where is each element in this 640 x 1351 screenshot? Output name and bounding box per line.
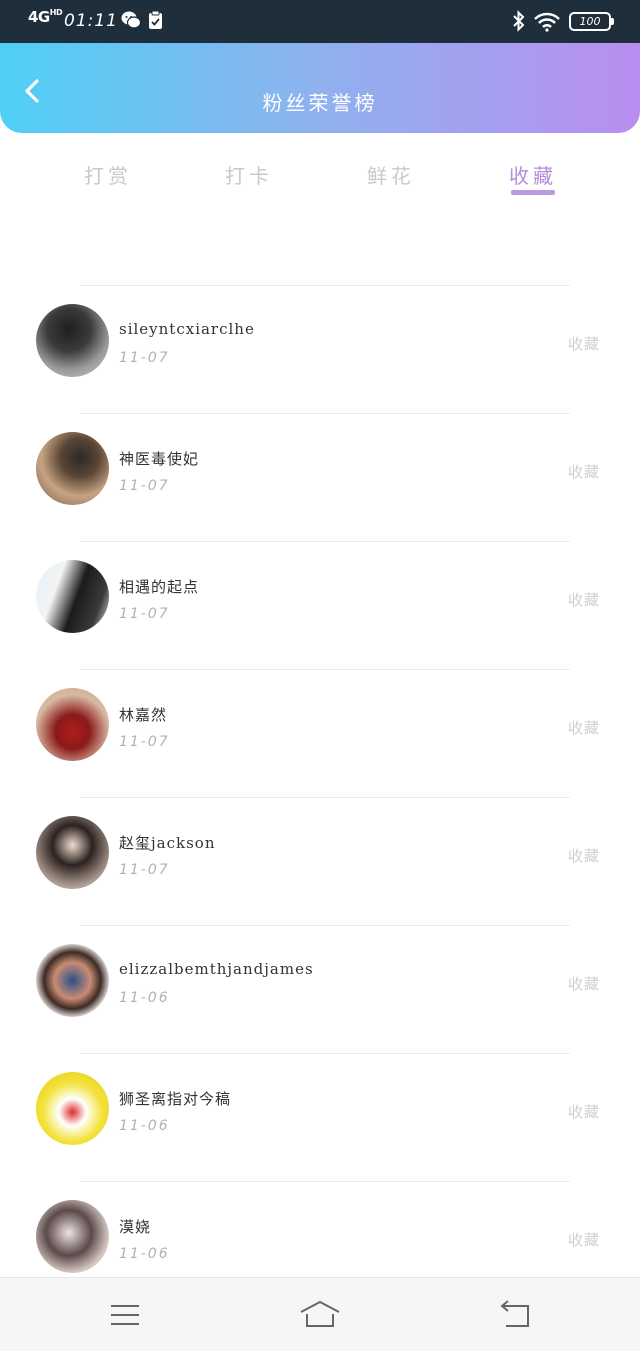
favorite-label: 收藏 [568, 847, 601, 865]
item-date: 11-06 [119, 1246, 170, 1262]
fan-list: 11-08 收藏 sileyntcxiarclhe 11-07 收藏 神医毒使妃… [0, 216, 640, 1276]
tab-reward[interactable]: 打赏 [58, 160, 158, 189]
status-bar: 4GHD 01:11 100 [0, 0, 640, 43]
wifi-icon [534, 12, 560, 32]
item-date: 11-07 [119, 350, 170, 366]
item-date: 11-07 [119, 606, 170, 622]
tab-bar: 打赏 打卡 鲜花 收藏 [0, 146, 640, 202]
status-time: 01:11 [64, 11, 118, 31]
battery-icon: 100 [569, 12, 614, 31]
tab-checkin[interactable]: 打卡 [199, 160, 299, 189]
avatar [36, 304, 109, 377]
list-item[interactable]: elizzalbemthjandjames 11-06 收藏 [0, 926, 640, 1054]
avatar [36, 560, 109, 633]
user-name: 漠娆 [119, 1218, 152, 1236]
wechat-icon [121, 11, 141, 29]
list-item[interactable]: 相遇的起点 11-07 收藏 [0, 542, 640, 670]
item-date: 11-07 [119, 734, 170, 750]
network-sub-label: HD [49, 8, 63, 17]
back-icon[interactable] [498, 1300, 530, 1328]
favorite-label: 收藏 [568, 719, 601, 737]
tab-flowers[interactable]: 鲜花 [341, 160, 441, 189]
home-icon[interactable] [299, 1300, 341, 1328]
user-name: 林嘉然 [119, 706, 168, 724]
list-item[interactable]: 11-08 收藏 [0, 216, 640, 286]
item-date: 11-06 [119, 990, 170, 1006]
favorite-label: 收藏 [568, 1103, 601, 1121]
user-name: 神医毒使妃 [119, 450, 200, 468]
avatar [36, 432, 109, 505]
list-item[interactable]: 狮圣离指对今稿 11-06 收藏 [0, 1054, 640, 1182]
item-date: 11-07 [119, 862, 170, 878]
favorite-label: 收藏 [568, 335, 601, 353]
avatar [36, 688, 109, 761]
user-name: 赵玺jackson [119, 834, 216, 852]
favorite-label: 收藏 [568, 975, 601, 993]
network-label: 4G [28, 8, 50, 26]
page-title: 粉丝荣誉榜 [262, 91, 378, 115]
user-name: 狮圣离指对今稿 [119, 1090, 232, 1108]
list-item[interactable]: 漠娆 11-06 收藏 [0, 1182, 640, 1276]
list-item[interactable]: 神医毒使妃 11-07 收藏 [0, 414, 640, 542]
bluetooth-icon [513, 10, 525, 32]
user-name: elizzalbemthjandjames [119, 960, 314, 978]
list-item[interactable]: 林嘉然 11-07 收藏 [0, 670, 640, 798]
item-date: 11-07 [119, 478, 170, 494]
active-tab-indicator [511, 190, 555, 195]
signal-icon: 4GHD [28, 8, 63, 26]
item-date: 11-06 [119, 1118, 170, 1134]
list-item[interactable]: sileyntcxiarclhe 11-07 收藏 [0, 286, 640, 414]
avatar [36, 1200, 109, 1273]
favorite-label: 收藏 [568, 463, 601, 481]
avatar [36, 816, 109, 889]
system-nav-bar [0, 1277, 640, 1351]
avatar [36, 1072, 109, 1145]
list-item[interactable]: 赵玺jackson 11-07 收藏 [0, 798, 640, 926]
favorite-label: 收藏 [568, 1231, 601, 1249]
clipboard-icon [149, 10, 162, 29]
avatar [36, 944, 109, 1017]
tab-favorites[interactable]: 收藏 [483, 160, 583, 189]
favorite-label: 收藏 [568, 591, 601, 609]
header-bar: 粉丝荣誉榜 [0, 43, 640, 133]
user-name: 相遇的起点 [119, 578, 200, 596]
menu-icon[interactable] [110, 1304, 140, 1326]
user-name: sileyntcxiarclhe [119, 320, 255, 338]
